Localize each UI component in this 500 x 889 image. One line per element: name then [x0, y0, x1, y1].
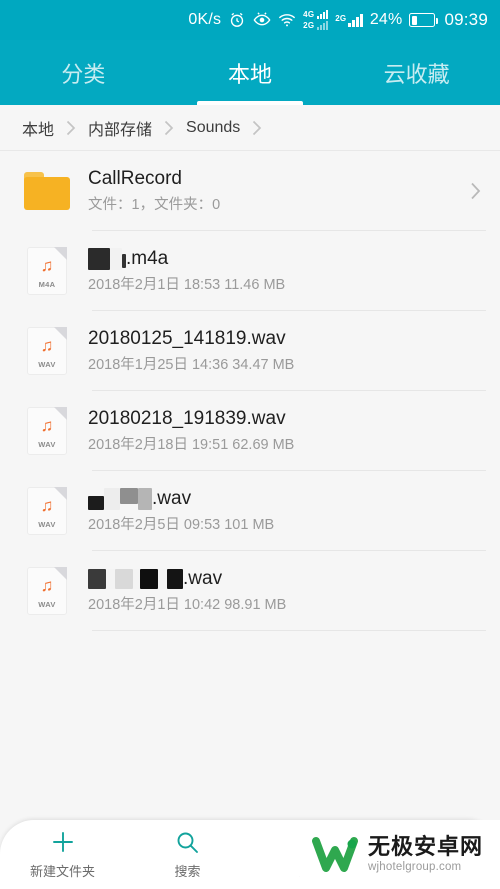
redacted-block: [115, 569, 133, 589]
watermark-overlay: 无极安卓网 wjhotelgroup.com: [300, 820, 500, 889]
watermark-text: 无极安卓网 wjhotelgroup.com: [368, 833, 484, 874]
list-item-meta: .wav 2018年2月5日 09:53 101 MB: [76, 487, 486, 535]
tab-local-label: 本地: [228, 61, 273, 87]
redacted-block: [88, 248, 110, 270]
eye-icon: [253, 11, 271, 29]
sim1-bottom-network-label: 2G: [303, 21, 315, 30]
watermark-site-name: 无极安卓网: [368, 833, 484, 859]
redacted-block: [158, 569, 167, 589]
list-item-folder[interactable]: CallRecord 文件：1，文件夹：0: [0, 151, 500, 231]
list-item-file[interactable]: ♫ WAV 20180218_191839.wav 2018年2月18日 19:…: [0, 391, 500, 471]
chevron-right-icon: [251, 119, 263, 137]
tab-categories[interactable]: 分类: [0, 40, 167, 105]
file-ext-badge: WAV: [38, 360, 56, 369]
search-label: 搜索: [174, 864, 201, 879]
breadcrumb-item-internal-storage[interactable]: 内部存储: [88, 116, 152, 140]
sim2-signal-icon: 2G: [335, 13, 363, 27]
network-speed-text: 0K/s: [188, 11, 222, 28]
list-item-meta: 20180218_191839.wav 2018年2月18日 19:51 62.…: [76, 407, 486, 455]
file-name: .m4a: [88, 247, 478, 271]
new-folder-button[interactable]: 新建文件夹: [0, 829, 125, 880]
file-name: 20180125_141819.wav: [88, 328, 286, 349]
redacted-block: [138, 488, 152, 510]
redacted-block: [110, 248, 122, 270]
redacted-block: [88, 495, 104, 510]
file-name-suffix: .m4a: [126, 248, 169, 269]
row-divider: [92, 630, 486, 631]
folder-subtitle: 文件：1，文件夹：0: [88, 197, 221, 213]
chevron-right-icon: [163, 119, 175, 137]
redacted-block: [104, 488, 120, 510]
file-name-suffix: .wav: [183, 568, 223, 589]
tab-categories-label: 分类: [61, 61, 106, 87]
new-folder-label: 新建文件夹: [29, 864, 95, 879]
file-subtitle: 2018年2月1日 18:53 11.46 MB: [88, 277, 286, 293]
list-item-file[interactable]: ♫ M4A .m4a 2018年2月1日 18:53 11.46 MB: [0, 231, 500, 311]
redacted-block: [140, 569, 158, 589]
list-item-meta: 20180125_141819.wav 2018年1月25日 14:36 34.…: [76, 327, 486, 375]
list-item-file[interactable]: ♫ WAV .wav 2018年2月1日 10:42 98.91 MB: [0, 551, 500, 631]
battery-icon: [409, 13, 439, 27]
sim1-top-network-label: 4G: [303, 10, 315, 19]
audio-file-icon: ♫ WAV: [18, 567, 76, 615]
audio-file-icon: ♫ WAV: [18, 407, 76, 455]
file-ext-badge: WAV: [38, 440, 56, 449]
list-item-meta: .wav 2018年2月1日 10:42 98.91 MB: [76, 567, 486, 615]
list-item-meta: CallRecord 文件：1，文件夹：0: [76, 167, 464, 215]
file-ext-badge: M4A: [38, 280, 56, 289]
file-subtitle: 2018年1月25日 14:36 34.47 MB: [88, 357, 295, 373]
status-bar: 0K/s 4G 2G 2G 24% 09:39: [0, 0, 500, 40]
file-ext-badge: WAV: [38, 600, 56, 609]
alarm-icon: [228, 11, 246, 29]
folder-icon: [18, 172, 76, 210]
audio-file-icon: ♫ WAV: [18, 487, 76, 535]
plus-icon: [50, 829, 76, 855]
file-subtitle: 2018年2月5日 09:53 101 MB: [88, 517, 275, 533]
redacted-block: [120, 487, 138, 504]
sim2-network-label: 2G: [335, 13, 347, 23]
tab-local[interactable]: 本地: [167, 40, 334, 105]
redacted-block: [167, 569, 183, 589]
chevron-right-icon[interactable]: [464, 181, 486, 201]
battery-percent-text: 24%: [369, 11, 403, 28]
file-ext-badge: WAV: [38, 520, 56, 529]
folder-name: CallRecord: [88, 168, 182, 189]
redacted-block: [88, 569, 106, 589]
search-icon: [175, 829, 200, 855]
tab-cloud-favorites[interactable]: 云收藏: [333, 40, 500, 105]
clock-text: 09:39: [444, 10, 488, 29]
file-name: .wav: [88, 487, 478, 511]
wifi-icon: [278, 11, 296, 29]
file-name: .wav: [88, 567, 478, 591]
search-button[interactable]: 搜索: [125, 829, 250, 880]
file-manager-screen: 0K/s 4G 2G 2G 24% 09:39 分类 本地 云收藏 本地 内部存…: [0, 0, 500, 889]
file-list: CallRecord 文件：1，文件夹：0 ♫ M4A .m4a 2018年2月…: [0, 151, 500, 631]
list-item-file[interactable]: ♫ WAV .wav 2018年2月5日 09:53 101 MB: [0, 471, 500, 551]
tab-bar: 分类 本地 云收藏: [0, 40, 500, 105]
file-subtitle: 2018年2月18日 19:51 62.69 MB: [88, 437, 295, 453]
chevron-right-icon: [65, 119, 77, 137]
list-item-file[interactable]: ♫ WAV 20180125_141819.wav 2018年1月25日 14:…: [0, 311, 500, 391]
redacted-block: [133, 569, 140, 589]
file-name-suffix: .wav: [152, 488, 192, 509]
tab-cloud-favorites-label: 云收藏: [383, 61, 450, 87]
breadcrumb-item-local[interactable]: 本地: [22, 116, 54, 140]
w-logo-icon: [312, 834, 360, 876]
redacted-block: [106, 569, 115, 589]
file-name: 20180218_191839.wav: [88, 408, 286, 429]
sim1-signal-icon: 4G 2G: [303, 10, 329, 30]
breadcrumb: 本地 内部存储 Sounds: [0, 105, 500, 151]
watermark-site-url: wjhotelgroup.com: [368, 860, 462, 873]
audio-file-icon: ♫ M4A: [18, 247, 76, 295]
list-item-meta: .m4a 2018年2月1日 18:53 11.46 MB: [76, 247, 486, 295]
file-subtitle: 2018年2月1日 10:42 98.91 MB: [88, 597, 287, 613]
breadcrumb-item-sounds[interactable]: Sounds: [186, 119, 240, 137]
audio-file-icon: ♫ WAV: [18, 327, 76, 375]
